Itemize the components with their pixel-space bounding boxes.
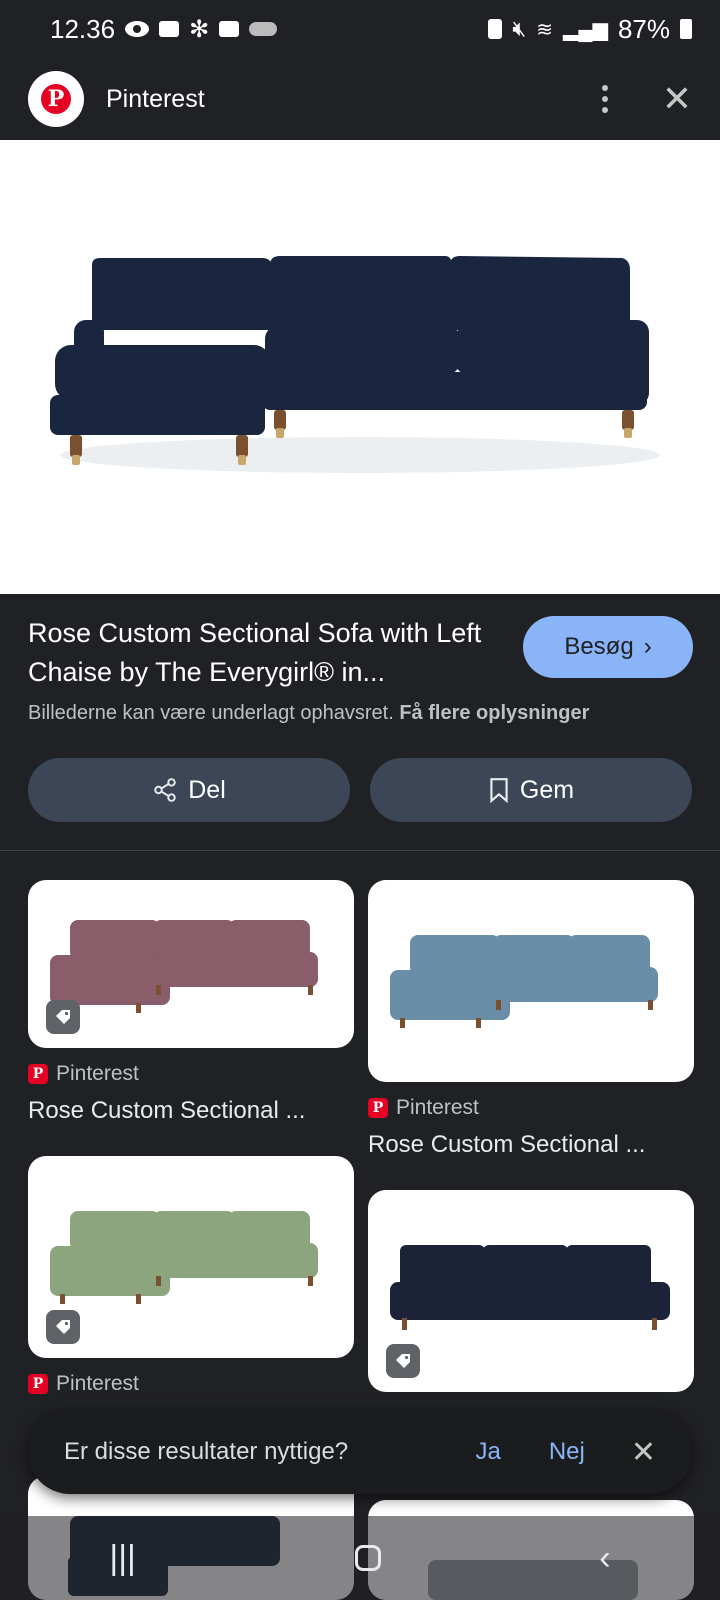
- visit-button[interactable]: Besøg ›: [523, 616, 693, 678]
- visit-label: Besøg: [564, 633, 634, 660]
- source-label: Pinterest: [56, 1372, 139, 1395]
- mute-icon: 🔇︎: [512, 16, 527, 41]
- chevron-right-icon: ›: [643, 633, 652, 660]
- espn-icon: [159, 21, 180, 37]
- signal-icon: ▂▄▆: [563, 18, 608, 41]
- pinterest-logo-icon: P: [28, 71, 84, 127]
- feedback-question: Er disse resultater nyttige?: [64, 1438, 349, 1465]
- save-button[interactable]: Gem: [370, 758, 692, 822]
- result-title[interactable]: Rose Custom Sectional ...: [368, 1131, 688, 1159]
- status-bar: 12.36 ✻ 🔇︎ ≋ ▂▄▆ 87%: [0, 0, 720, 58]
- back-icon[interactable]: ‹: [599, 1539, 610, 1578]
- system-nav-bar: ||| ‹: [0, 1516, 720, 1600]
- app-header: P Pinterest ✕: [0, 58, 720, 140]
- share-label: Del: [188, 775, 226, 804]
- recent-apps-icon[interactable]: |||: [109, 1539, 136, 1578]
- result-card[interactable]: [28, 1156, 354, 1358]
- save-label: Gem: [519, 775, 575, 804]
- more-info-link[interactable]: Få flere oplysninger: [399, 702, 589, 724]
- pinterest-small-icon: P: [28, 1064, 48, 1084]
- pinterest-small-icon: P: [28, 1374, 48, 1394]
- tag-icon: [46, 1310, 80, 1344]
- divider: [0, 850, 720, 851]
- dismiss-icon[interactable]: ✕: [631, 1435, 656, 1470]
- flower-icon: ✻: [189, 15, 210, 43]
- gallery-icon: [219, 21, 240, 37]
- result-source[interactable]: P Pinterest: [28, 1372, 139, 1396]
- feedback-snackbar: Er disse resultater nyttige? Ja Nej ✕: [28, 1410, 692, 1494]
- product-title[interactable]: Rose Custom Sectional Sofa with Left Cha…: [28, 614, 508, 692]
- bookmark-icon: [490, 778, 508, 803]
- pinterest-small-icon: P: [368, 1098, 388, 1118]
- result-card[interactable]: [368, 1190, 694, 1392]
- action-row: Del Gem: [28, 758, 692, 822]
- result-card[interactable]: [368, 880, 694, 1082]
- home-icon[interactable]: [354, 1545, 381, 1571]
- header-title: Pinterest: [106, 84, 205, 113]
- feedback-no-button[interactable]: Nej: [549, 1438, 585, 1466]
- close-icon[interactable]: ✕: [662, 81, 692, 117]
- result-card[interactable]: [28, 880, 354, 1048]
- more-options-icon[interactable]: [592, 81, 618, 117]
- product-image[interactable]: [0, 140, 720, 594]
- soundcloud-icon: [249, 22, 278, 36]
- source-label: Pinterest: [396, 1096, 479, 1119]
- product-info: Rose Custom Sectional Sofa with Left Cha…: [28, 614, 693, 725]
- result-source[interactable]: P Pinterest: [368, 1096, 479, 1120]
- copyright-notice: Billederne kan være underlagt ophavsret.…: [28, 702, 692, 725]
- battery-saver-icon: [488, 19, 503, 39]
- copyright-text: Billederne kan være underlagt ophavsret.: [28, 702, 394, 724]
- logo-letter: P: [41, 84, 71, 114]
- tag-icon: [386, 1344, 420, 1378]
- source-label: Pinterest: [56, 1062, 139, 1085]
- result-source[interactable]: P Pinterest: [28, 1062, 139, 1086]
- wifi-icon: ≋: [536, 18, 554, 41]
- tag-icon: [46, 1000, 80, 1034]
- status-time: 12.36: [50, 13, 116, 44]
- result-title[interactable]: Rose Custom Sectional ...: [28, 1097, 348, 1125]
- share-button[interactable]: Del: [28, 758, 350, 822]
- eye-icon: [125, 21, 150, 37]
- feedback-yes-button[interactable]: Ja: [475, 1438, 500, 1466]
- battery-icon: [680, 19, 692, 39]
- sofa-thumbnail: [390, 935, 658, 1028]
- share-icon: [154, 778, 176, 802]
- sofa-illustration: [50, 256, 660, 473]
- battery-percent: 87%: [617, 13, 670, 44]
